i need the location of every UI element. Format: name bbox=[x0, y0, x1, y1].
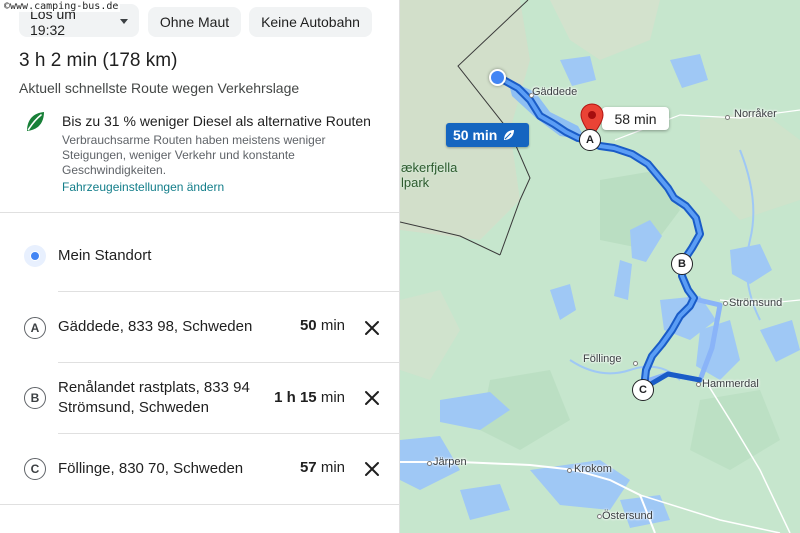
waypoint-c-icon: C bbox=[24, 458, 46, 480]
divider bbox=[58, 362, 399, 363]
stop-c[interactable]: C Föllinge, 830 70, Schweden 57 min bbox=[0, 448, 399, 490]
divider bbox=[0, 212, 399, 213]
eco-leaf-icon bbox=[504, 130, 515, 140]
waypoint-b-icon: B bbox=[24, 387, 46, 409]
stop-duration: 50 min bbox=[299, 317, 345, 334]
stop-b[interactable]: B Renålandet rastplats, 833 94 Strömsund… bbox=[0, 372, 399, 424]
stop-duration: 57 min bbox=[299, 459, 345, 476]
place-label-norraker: Norråker bbox=[734, 108, 777, 120]
avoid-highways-chip[interactable]: Keine Autobahn bbox=[249, 7, 372, 37]
place-label-stromsund: Strömsund bbox=[729, 297, 783, 309]
my-location-icon bbox=[24, 245, 46, 267]
stop-my-location[interactable]: Mein Standort bbox=[0, 235, 399, 277]
directions-panel: Los um 19:32 Ohne Maut Keine Autobahn 3 … bbox=[0, 0, 400, 533]
map-canvas[interactable] bbox=[400, 0, 800, 533]
chevron-down-icon bbox=[120, 19, 128, 24]
place-label-gaddede: Gäddede bbox=[532, 86, 578, 98]
eco-title: Bis zu 31 % weniger Diesel als alternati… bbox=[62, 113, 371, 129]
stop-label[interactable]: Gäddede, 833 98, Schweden bbox=[58, 317, 273, 337]
town-dot bbox=[633, 361, 638, 366]
stop-label[interactable]: Renålandet rastplats, 833 94 Strömsund, … bbox=[58, 378, 273, 418]
stop-duration: 1 h 15 min bbox=[274, 389, 345, 406]
place-label-krokom: Krokom bbox=[574, 463, 612, 475]
park-label: ækerfjella lpark bbox=[401, 160, 458, 190]
town-dot bbox=[723, 301, 728, 306]
map-waypoint-a[interactable]: A bbox=[579, 129, 601, 151]
town-dot bbox=[696, 382, 701, 387]
town-dot bbox=[427, 461, 432, 466]
remove-stop-a-icon[interactable] bbox=[362, 318, 382, 338]
place-label-ostersund: Östersund bbox=[602, 510, 653, 522]
avoid-tolls-chip[interactable]: Ohne Maut bbox=[148, 7, 241, 37]
eco-description: Verbrauchsarme Routen haben meistens wen… bbox=[62, 133, 326, 177]
stop-label[interactable]: Föllinge, 830 70, Schweden bbox=[58, 459, 273, 479]
vehicle-settings-link[interactable]: Fahrzeugeinstellungen ändern bbox=[62, 180, 224, 194]
town-dot bbox=[567, 468, 572, 473]
divider bbox=[58, 291, 399, 292]
route-duration-badge[interactable]: 50 min bbox=[446, 123, 529, 147]
watermark: ©www.camping-bus.de bbox=[2, 1, 121, 12]
map-waypoint-c[interactable]: C bbox=[632, 379, 654, 401]
route-duration: 3 h 2 min (178 km) bbox=[19, 50, 178, 71]
place-label-follinge: Föllinge bbox=[583, 353, 622, 365]
town-dot bbox=[725, 115, 730, 120]
remove-stop-c-icon[interactable] bbox=[362, 459, 382, 479]
my-location-marker[interactable] bbox=[489, 69, 506, 86]
stop-label[interactable]: Mein Standort bbox=[58, 246, 273, 266]
divider bbox=[0, 504, 399, 505]
map-terrain bbox=[400, 0, 800, 533]
alternate-route-badge[interactable]: 58 min bbox=[602, 107, 669, 130]
place-label-hammerdal: Hammerdal bbox=[702, 378, 759, 390]
map-waypoint-b[interactable]: B bbox=[671, 253, 693, 275]
route-subtitle: Aktuell schnellste Route wegen Verkehrsl… bbox=[19, 80, 300, 96]
stop-a[interactable]: A Gäddede, 833 98, Schweden 50 min bbox=[0, 306, 399, 348]
remove-stop-b-icon[interactable] bbox=[362, 388, 382, 408]
waypoint-a-icon: A bbox=[24, 317, 46, 339]
eco-leaf-icon bbox=[27, 112, 44, 131]
place-label-jarpen: Järpen bbox=[433, 456, 467, 468]
divider bbox=[58, 433, 399, 434]
